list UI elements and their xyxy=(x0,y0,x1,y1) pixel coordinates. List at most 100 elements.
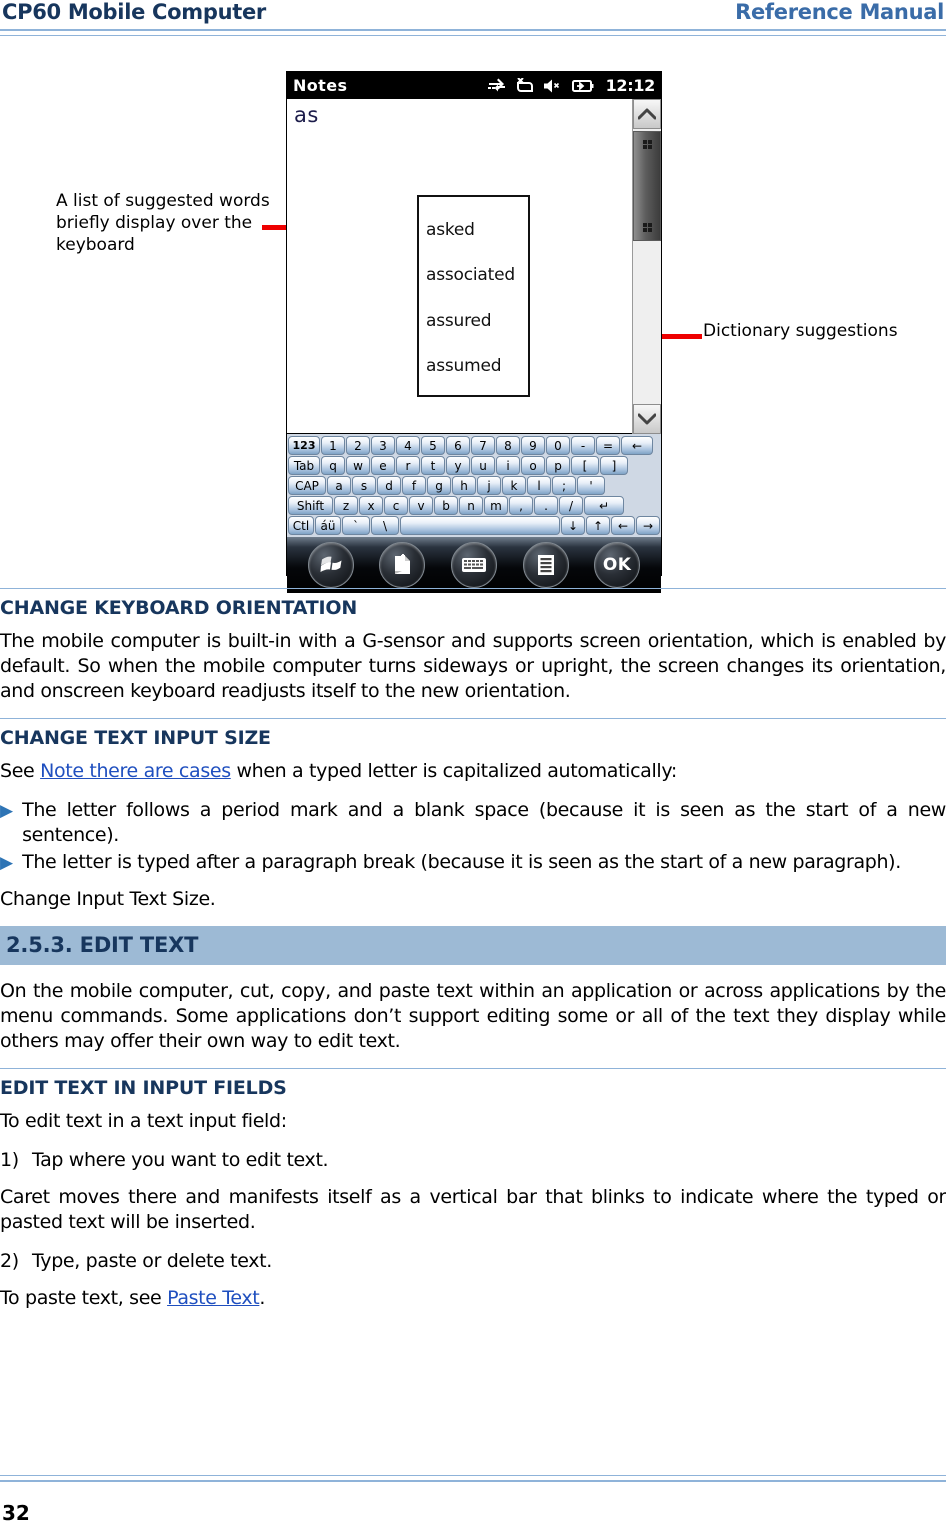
key-tab[interactable]: Tab xyxy=(288,456,320,475)
key-arrow-right[interactable]: → xyxy=(636,516,660,535)
numbered-step: 1) Tap where you want to edit text. xyxy=(0,1148,946,1173)
key-t[interactable]: t xyxy=(421,456,445,475)
heading-change-keyboard-orientation: CHANGE KEYBOARD ORIENTATION xyxy=(0,597,358,619)
key-period[interactable]: . xyxy=(534,496,558,515)
key-equals[interactable]: = xyxy=(596,436,620,455)
suggestion-item[interactable]: associated xyxy=(426,265,528,285)
key-g[interactable]: g xyxy=(427,476,451,495)
key-0[interactable]: 0 xyxy=(546,436,570,455)
annotation-dictionary-suggestions: Dictionary suggestions xyxy=(703,321,898,341)
key-b[interactable]: b xyxy=(434,496,458,515)
key-a[interactable]: a xyxy=(327,476,351,495)
key-grave[interactable]: ` xyxy=(342,516,370,535)
menu-button[interactable] xyxy=(522,542,569,588)
key-bracket-right[interactable]: ] xyxy=(600,456,628,475)
section-rule xyxy=(0,1068,946,1069)
header-left-title: CP60 Mobile Computer xyxy=(2,0,266,24)
scroll-up-button[interactable] xyxy=(633,99,661,129)
key-cap[interactable]: CAP xyxy=(288,476,326,495)
suggestion-item[interactable]: assured xyxy=(426,311,528,331)
bullet-triangle-icon: ▶ xyxy=(0,801,14,820)
key-123[interactable]: 123 xyxy=(288,436,320,455)
key-h[interactable]: h xyxy=(452,476,476,495)
step-text: Type, paste or delete text. xyxy=(32,1250,272,1272)
key-8[interactable]: 8 xyxy=(496,436,520,455)
key-i[interactable]: i xyxy=(496,456,520,475)
ok-button[interactable]: OK xyxy=(594,542,641,588)
key-n[interactable]: n xyxy=(459,496,483,515)
key-s[interactable]: s xyxy=(352,476,376,495)
device-title-bar: Notes 12:12 xyxy=(287,72,661,99)
key-y[interactable]: y xyxy=(446,456,470,475)
key-space[interactable] xyxy=(400,516,560,535)
key-x[interactable]: x xyxy=(359,496,383,515)
key-shift[interactable]: Shift xyxy=(288,496,333,515)
key-f[interactable]: f xyxy=(402,476,426,495)
key-c[interactable]: c xyxy=(384,496,408,515)
key-m[interactable]: m xyxy=(484,496,508,515)
keyboard-row: Tab q w e r t y u i o p [ ] xyxy=(288,456,660,475)
mute-speaker-icon xyxy=(543,78,563,94)
footer-rule xyxy=(0,1475,946,1482)
annotation-suggested-words: A list of suggested words briefly displa… xyxy=(56,191,270,255)
key-r[interactable]: r xyxy=(396,456,420,475)
start-button[interactable] xyxy=(307,542,354,588)
ok-button-label: OK xyxy=(602,555,632,575)
key-z[interactable]: z xyxy=(334,496,358,515)
new-note-button[interactable] xyxy=(379,542,426,588)
suggestion-popup[interactable]: asked associated assured assumed xyxy=(417,195,530,397)
key-j[interactable]: j xyxy=(477,476,501,495)
onscreen-keyboard[interactable]: 123 1 2 3 4 5 6 7 8 9 0 - = ← Tab q w e … xyxy=(287,434,661,537)
key-ctl[interactable]: Ctl xyxy=(288,516,314,535)
paragraph-caret-note: Caret moves there and manifests itself a… xyxy=(0,1186,946,1233)
key-v[interactable]: v xyxy=(409,496,433,515)
figure-onscreen-keyboard-suggestions: A list of suggested words briefly displa… xyxy=(0,58,946,593)
key-semicolon[interactable]: ; xyxy=(552,476,576,495)
key-comma[interactable]: , xyxy=(509,496,533,515)
key-d[interactable]: d xyxy=(377,476,401,495)
key-3[interactable]: 3 xyxy=(371,436,395,455)
key-w[interactable]: w xyxy=(346,456,370,475)
status-icons: 12:12 xyxy=(487,76,655,95)
step-number: 1) xyxy=(0,1149,19,1171)
keyboard-button[interactable] xyxy=(450,542,497,588)
scrollbar-thumb[interactable] xyxy=(633,131,661,241)
step-text: Tap where you want to edit text. xyxy=(32,1149,329,1171)
key-k[interactable]: k xyxy=(502,476,526,495)
paste-text-after: . xyxy=(259,1287,266,1309)
key-p[interactable]: p xyxy=(546,456,570,475)
key-1[interactable]: 1 xyxy=(321,436,345,455)
key-5[interactable]: 5 xyxy=(421,436,445,455)
key-o[interactable]: o xyxy=(521,456,545,475)
menu-icon xyxy=(536,553,556,577)
key-arrow-up[interactable]: ↑ xyxy=(586,516,610,535)
keyboard-row: Shift z x c v b n m , . / ↵ xyxy=(288,496,660,515)
scroll-down-button[interactable] xyxy=(633,404,661,434)
suggestion-item[interactable]: assumed xyxy=(426,356,528,376)
key-4[interactable]: 4 xyxy=(396,436,420,455)
link-note-there-are-cases[interactable]: Note there are cases xyxy=(40,760,231,782)
key-9[interactable]: 9 xyxy=(521,436,545,455)
notes-canvas[interactable]: as asked associated assured assumed xyxy=(287,99,661,434)
key-slash[interactable]: / xyxy=(559,496,583,515)
key-u[interactable]: u xyxy=(471,456,495,475)
key-e[interactable]: e xyxy=(371,456,395,475)
key-7[interactable]: 7 xyxy=(471,436,495,455)
key-arrow-left[interactable]: ← xyxy=(611,516,635,535)
key-backspace[interactable]: ← xyxy=(621,436,653,455)
key-accents[interactable]: áü xyxy=(315,516,341,535)
key-bracket-left[interactable]: [ xyxy=(571,456,599,475)
key-l[interactable]: l xyxy=(527,476,551,495)
suggestion-item[interactable]: asked xyxy=(426,220,528,240)
key-q[interactable]: q xyxy=(321,456,345,475)
key-arrow-down[interactable]: ↓ xyxy=(561,516,585,535)
vertical-scrollbar[interactable] xyxy=(632,99,661,434)
key-6[interactable]: 6 xyxy=(446,436,470,455)
key-minus[interactable]: - xyxy=(571,436,595,455)
key-2[interactable]: 2 xyxy=(346,436,370,455)
page-number: 32 xyxy=(2,1501,30,1525)
key-apostrophe[interactable]: ' xyxy=(577,476,605,495)
link-paste-text[interactable]: Paste Text xyxy=(167,1287,260,1309)
key-enter[interactable]: ↵ xyxy=(584,496,624,515)
key-backslash[interactable]: \ xyxy=(371,516,399,535)
